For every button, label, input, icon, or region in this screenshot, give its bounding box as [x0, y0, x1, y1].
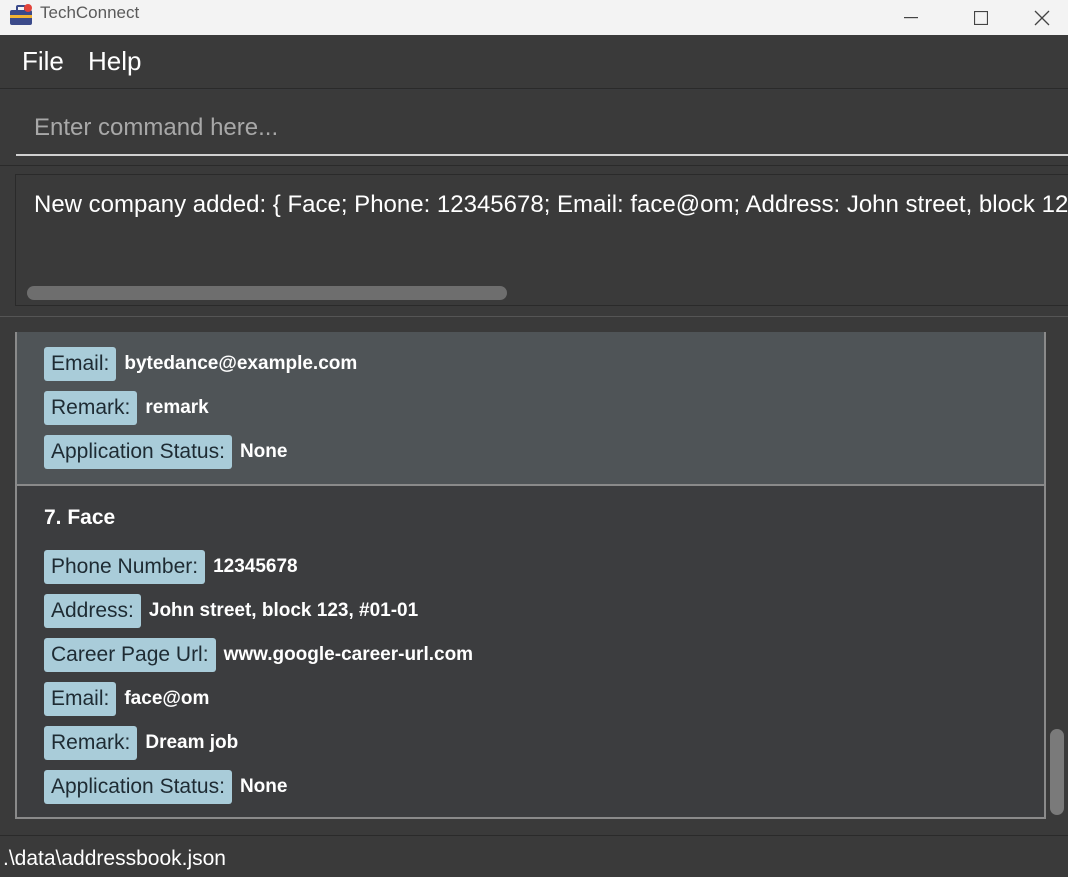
field-value: None — [239, 441, 288, 462]
field-label: Career Page Url: — [44, 638, 216, 672]
vertical-scrollbar[interactable] — [1050, 729, 1064, 815]
field-value: 12345678 — [213, 556, 298, 577]
result-text: New company added: { Face; Phone: 123456… — [34, 191, 1068, 218]
field-label: Phone Number: — [44, 550, 206, 584]
field-value: Dream job — [145, 732, 239, 753]
field-career-page-url: Career Page Url: www.google-career-url.c… — [44, 638, 473, 672]
field-value: remark — [145, 397, 209, 418]
result-display: New company added: { Face; Phone: 123456… — [15, 174, 1068, 306]
field-value: John street, block 123, #01-01 — [148, 600, 419, 621]
field-value: bytedance@example.com — [124, 353, 358, 374]
field-label: Address: — [44, 594, 141, 628]
command-box — [0, 90, 1068, 166]
result-display-panel: New company added: { Face; Phone: 123456… — [0, 166, 1068, 316]
field-label: Application Status: — [44, 435, 232, 469]
maximize-icon — [974, 10, 988, 25]
title-bar: TechConnect — [0, 0, 1068, 35]
field-label: Email: — [44, 682, 117, 716]
minimize-icon — [904, 16, 918, 18]
briefcase-icon — [8, 3, 34, 27]
field-phone: Phone Number: 12345678 — [44, 550, 298, 584]
field-label: Email: — [44, 347, 117, 381]
window-title: TechConnect — [40, 3, 140, 22]
field-application-status: Application Status: None — [44, 770, 287, 804]
field-value: www.google-career-url.com — [223, 644, 474, 665]
field-email: Email: face@om — [44, 682, 209, 716]
menu-help[interactable]: Help — [88, 46, 141, 77]
menu-bar: File Help — [0, 35, 1068, 89]
company-card-selected[interactable]: Email: bytedance@example.com Remark: rem… — [15, 332, 1046, 486]
minimize-button[interactable] — [876, 0, 946, 35]
company-name: 7. Face — [44, 506, 116, 529]
menu-file[interactable]: File — [22, 46, 64, 77]
close-button[interactable] — [1016, 0, 1068, 35]
company-list[interactable]: Email: bytedance@example.com Remark: rem… — [15, 332, 1046, 819]
field-value: face@om — [124, 688, 210, 709]
field-label: Remark: — [44, 726, 138, 760]
close-icon — [1034, 10, 1050, 25]
field-label: Application Status: — [44, 770, 232, 804]
command-input[interactable] — [16, 102, 1068, 156]
status-bar: .\data\addressbook.json — [0, 835, 1068, 877]
save-location: .\data\addressbook.json — [3, 847, 226, 870]
field-application-status: Application Status: None — [44, 435, 287, 469]
field-remark: Remark: Dream job — [44, 726, 238, 760]
company-list-panel: Email: bytedance@example.com Remark: rem… — [0, 317, 1068, 835]
field-email: Email: bytedance@example.com — [44, 347, 357, 381]
company-card[interactable]: 7. Face Phone Number: 12345678 Address: … — [15, 486, 1046, 817]
field-value: None — [239, 776, 288, 797]
horizontal-scrollbar[interactable] — [27, 286, 507, 300]
maximize-button[interactable] — [946, 0, 1016, 35]
field-address: Address: John street, block 123, #01-01 — [44, 594, 418, 628]
field-label: Remark: — [44, 391, 138, 425]
field-remark: Remark: remark — [44, 391, 209, 425]
